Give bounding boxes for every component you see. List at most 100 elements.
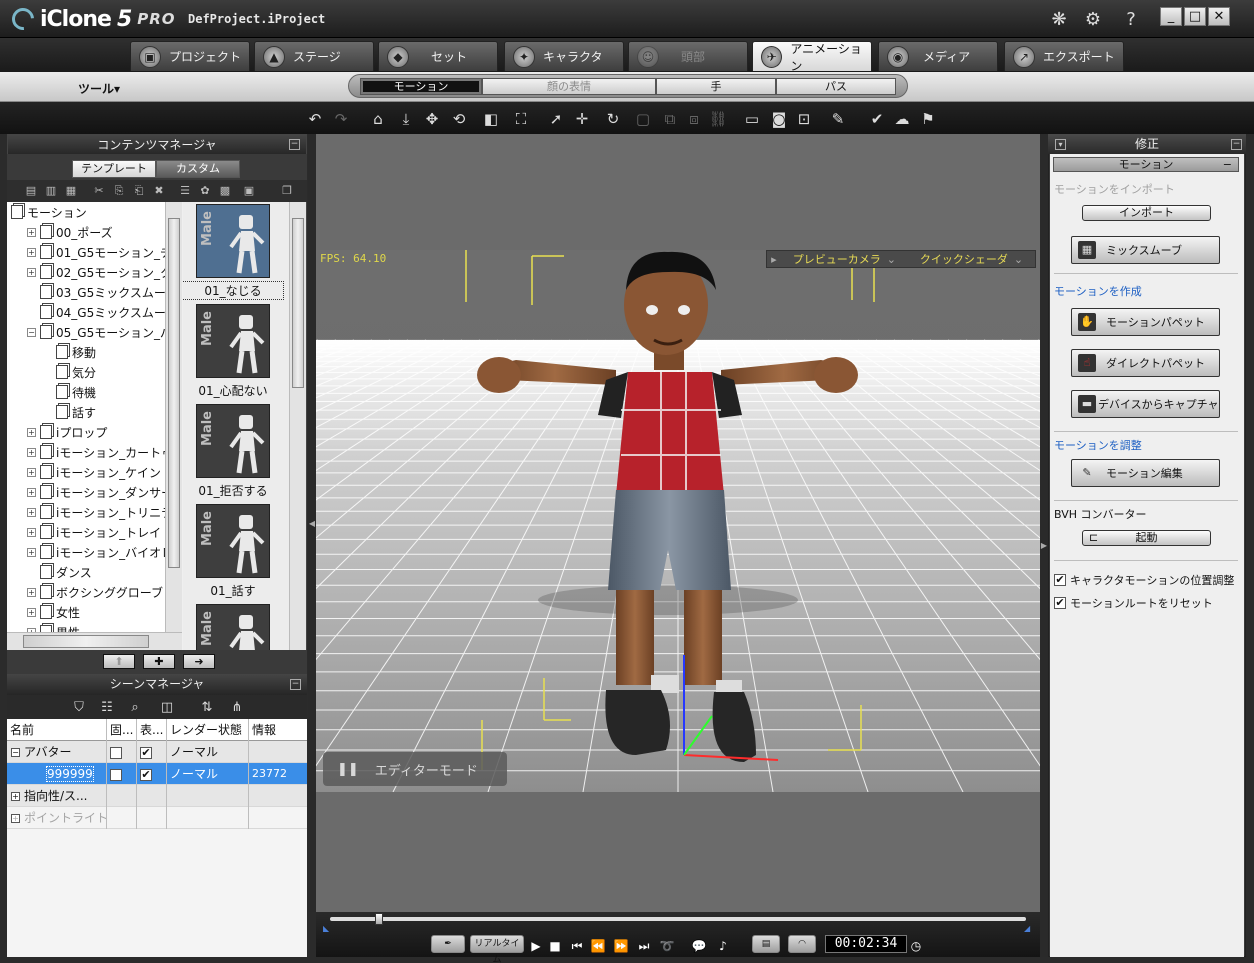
brush-icon[interactable]: ✎ [828,110,848,128]
col-name[interactable]: 名前 [7,719,107,741]
select-icon[interactable]: ➚ [546,110,566,128]
maximize-button[interactable]: □ [1184,7,1206,26]
render-state-cell[interactable]: ノーマル [167,763,249,785]
range-end-marker-icon[interactable]: ◢ [1024,924,1030,933]
show-cell[interactable] [137,785,167,807]
fast-forward-icon[interactable]: ⏩ [613,937,629,955]
motion-thumbnail[interactable]: Male [196,404,270,478]
tree-hscrollbar[interactable] [7,632,182,650]
move-icon[interactable]: ✥ [422,110,442,128]
expand-icon[interactable]: + [27,527,36,537]
segment-facial[interactable]: 顔の表情 [482,78,656,95]
drop-to-floor-icon[interactable]: ⤓ [396,110,416,128]
shader-select[interactable]: クイックシェーダ ⌄ [908,251,1035,267]
scene-row[interactable]: + 指向性/ス... [7,785,307,807]
expand-icon[interactable]: + [27,267,36,277]
col-info[interactable]: 情報 [249,719,307,741]
col-render[interactable]: レンダー状態 [167,719,249,741]
import-button[interactable]: インポート [1082,205,1211,221]
lock-cell[interactable] [107,807,137,829]
collapse-icon[interactable]: − [27,327,36,337]
mixmove-button[interactable]: ▦ ミックスムーブ [1071,236,1220,264]
pause-icon[interactable]: ❚❚ [337,762,359,777]
hierarchy-icon[interactable]: ⋔ [228,700,246,715]
timeline-scrubber[interactable] [374,913,383,925]
scene-row[interactable]: 999999 ✔ ノーマル 23772 [7,763,307,785]
motion-thumbnail[interactable]: Male [196,204,270,278]
tab-media[interactable]: ◉ メディア [878,41,998,71]
expand-icon[interactable]: + [27,467,36,477]
tree-item[interactable]: +00_ポーズ [27,222,113,242]
tree-scrollbar[interactable] [165,202,182,632]
tree-scroll-thumb[interactable] [168,218,180,568]
modify-collapse-icon[interactable]: − [1231,139,1242,150]
nav-up-button[interactable]: ⬆ [103,654,135,669]
undo-icon[interactable]: ↶ [305,110,325,128]
check-icon[interactable]: ✔ [867,110,887,128]
window-icon[interactable]: ▭ [742,110,762,128]
motion-edit-button[interactable]: ✎ モーション編集 [1071,459,1220,487]
motion-puppet-button[interactable]: ✋ モーションパペット [1071,308,1220,336]
tree-item[interactable]: + iモーション_バイオレ [27,542,173,562]
camera-select[interactable]: プレビューカメラ ⌄ [781,251,908,267]
show-cell[interactable]: ✔ [137,763,167,785]
expand-icon[interactable]: + [27,507,36,517]
tree-item[interactable]: 話す [43,402,96,422]
collapse-icon[interactable]: − [11,748,20,757]
tab-character[interactable]: ✦ キャラクタ [504,41,624,71]
segment-path[interactable]: パス [776,78,896,95]
expand-icon[interactable]: + [27,227,36,237]
expand-icon[interactable]: + [27,427,36,437]
device-capture-button[interactable]: ▬ デバイスからキャプチャ [1071,390,1220,418]
folder-up-icon[interactable]: ▦ [64,184,78,198]
expand-icon[interactable]: + [11,814,20,823]
show-checkbox[interactable]: ✔ [140,746,152,759]
lock-cell[interactable] [107,763,137,785]
gear-icon[interactable]: ⚙ [1082,9,1104,31]
3d-viewport[interactable] [316,250,1040,792]
redo-icon[interactable]: ↷ [331,110,351,128]
tree-item[interactable]: + iモーション_トレイ [27,522,161,542]
add-button[interactable]: ✚ [143,654,175,669]
tree-view-icon[interactable]: ☷ [98,700,116,715]
link-icon[interactable]: ⛓ [708,110,728,128]
col-show[interactable]: 表... [137,719,167,741]
close-button[interactable]: ✕ [1208,7,1230,26]
tree-item[interactable]: 待機 [43,382,96,402]
help-icon[interactable]: ? [1120,9,1142,31]
loop-icon[interactable]: ➰ [658,937,676,955]
expand-icon[interactable]: + [27,247,36,257]
tree-item[interactable]: モーション [11,202,87,222]
folder-add-icon[interactable]: ▤ [24,184,38,198]
lock-cell[interactable] [107,785,137,807]
play-icon[interactable]: ▶ [529,937,543,955]
camera-view-icon[interactable]: ◙ [769,110,789,128]
timeline-view-button[interactable]: ▤ [752,935,780,953]
thumb-scroll-thumb[interactable] [292,218,304,388]
scene-row[interactable]: + ポイントライト [7,807,307,829]
launch-button[interactable]: ⊏ 起動 [1082,530,1211,546]
show-cell[interactable]: ✔ [137,741,167,763]
editor-mode-indicator[interactable]: ❚❚ エディターモード [323,752,507,786]
expand-icon[interactable]: + [27,447,36,457]
tab-stage[interactable]: ▲ ステージ [254,41,374,71]
modify-expand-icon[interactable]: ▾ [1055,139,1066,150]
view-list-icon[interactable]: ☰ [178,184,192,198]
segment-hand[interactable]: 手 [656,78,776,95]
tab-animation[interactable]: ✈ アニメーション [752,41,872,73]
tree-item[interactable]: ダンス [27,562,92,582]
direct-puppet-button[interactable]: ☝ ダイレクトパペット [1071,349,1220,377]
expand-arrow-icon[interactable]: ▸ [767,253,781,266]
stop-icon[interactable]: ■ [548,937,562,955]
apply-button[interactable]: ➜ [183,654,215,669]
tab-project[interactable]: ▣ プロジェクト [130,41,250,71]
home-icon[interactable]: ⌂ [368,110,388,128]
tab-export[interactable]: ↗ エクスポート [1004,41,1124,71]
music-icon[interactable]: ♪ [714,937,732,955]
tree-item[interactable]: + iモーション_トリニテ [27,502,173,522]
tree-item[interactable]: 気分 [43,362,96,382]
filter-icon[interactable]: ⛉ [70,700,88,715]
tree-item[interactable]: + iプロップ [27,422,107,442]
show-checkbox[interactable]: ✔ [140,768,152,781]
realtime-button[interactable]: リアルタイム [470,935,524,963]
